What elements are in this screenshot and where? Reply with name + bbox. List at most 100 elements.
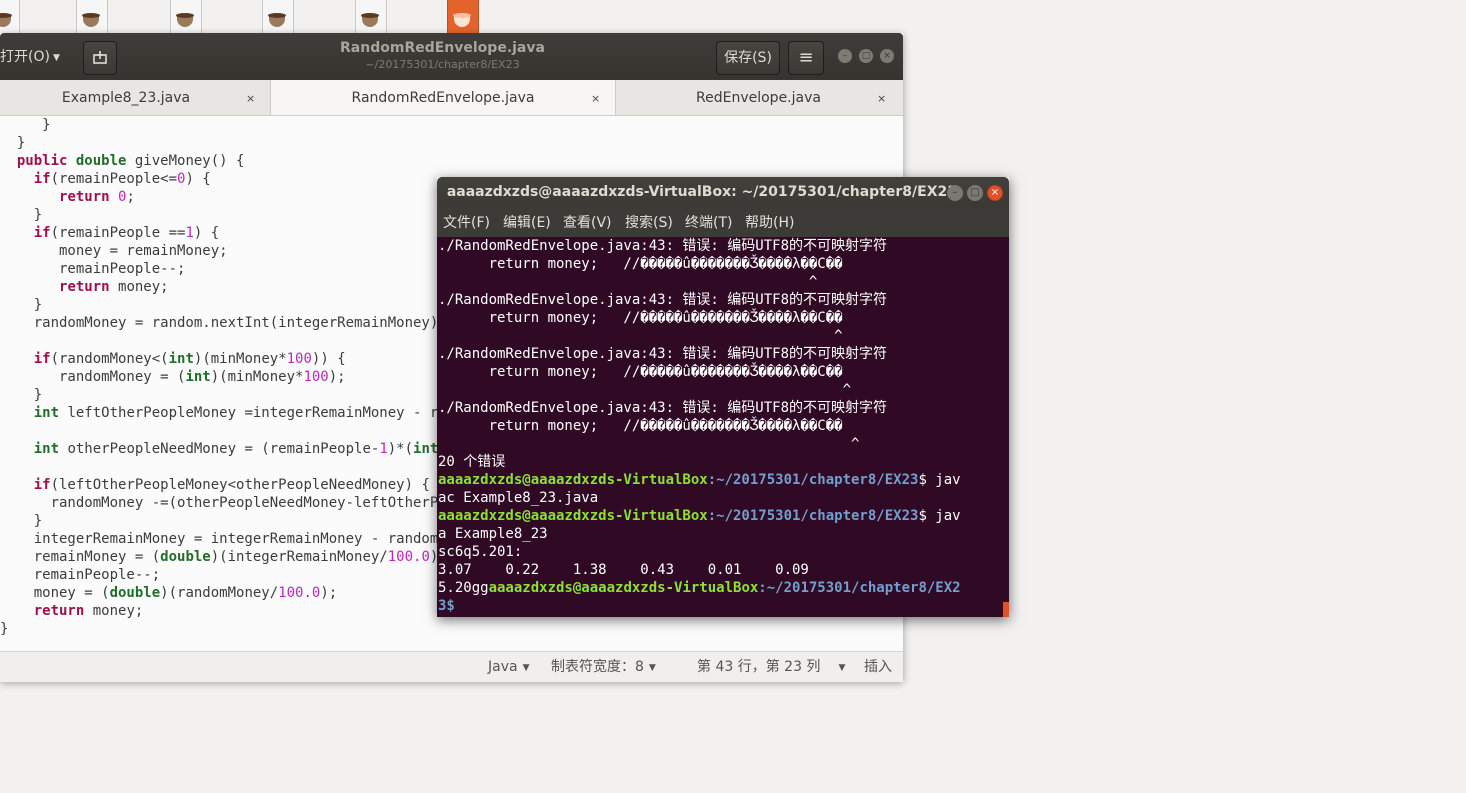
prompt-line: aaaazdxzds@aaaazdxzds-VirtualBox:~/20175… xyxy=(438,507,961,525)
code-line: } xyxy=(0,117,51,133)
java-file-icon-orange[interactable] xyxy=(443,0,479,35)
new-tab-button[interactable] xyxy=(83,41,117,75)
chevron-down-icon: ▼ xyxy=(838,663,846,673)
open-button[interactable]: 打开(O) ▼ xyxy=(0,43,70,71)
terminal-titlebar: aaaazdxzds@aaaazdxzds-VirtualBox: ~/2017… xyxy=(437,177,1009,208)
prompt-user-host: aaaazdxzds@aaaazdxzds-VirtualBox xyxy=(438,508,708,524)
error-code-line: return money; //�����û�������Ǯ����λ��С�� xyxy=(438,418,843,434)
code-line: } xyxy=(0,207,43,223)
terminal-menubar: 文件(F) 编辑(E) 查看(V) 搜索(S) 终端(T) 帮助(H) xyxy=(437,208,1009,237)
java-file-icon[interactable] xyxy=(0,0,20,35)
error-caret-line: ^ xyxy=(438,274,818,290)
cursor-position-label: 第 43 行，第 23 列 xyxy=(697,659,821,675)
terminal-cursor xyxy=(1003,602,1009,617)
language-selector[interactable]: Java ▼ xyxy=(488,652,530,683)
chevron-down-icon: ▼ xyxy=(648,663,656,673)
maximize-icon[interactable]: □ xyxy=(859,49,873,63)
menu-edit[interactable]: 编辑(E) xyxy=(503,208,551,239)
error-code-line: return money; //�����û�������Ǯ����λ��С�� xyxy=(438,364,843,380)
prompt-path: :~/20175301/chapter8/EX23 xyxy=(707,508,919,524)
error-caret-line: ^ xyxy=(438,328,843,344)
program-output: 3.07 0.22 1.38 0.43 0.01 0.09 xyxy=(438,562,809,578)
code-line: public double giveMoney() { xyxy=(16,153,245,169)
window-subtitle: ~/20175301/chapter8/EX23 xyxy=(365,58,520,71)
error-line: ./RandomRedEnvelope.java:43: 错误: 编码UTF8的… xyxy=(438,238,888,254)
java-file-icon[interactable] xyxy=(258,0,294,35)
prompt-user-host: aaaazdxzds@aaaazdxzds-VirtualBox xyxy=(438,472,708,488)
tab-randomredenvelope[interactable]: RandomRedEnvelope.java × xyxy=(270,80,616,115)
code-line: remainPeople--; xyxy=(0,567,161,583)
close-tab-icon[interactable]: × xyxy=(246,80,255,117)
code-line: return money; xyxy=(59,279,169,295)
close-icon[interactable]: × xyxy=(987,185,1003,201)
insert-mode-label: 插入 xyxy=(864,659,892,675)
code-line: if(remainPeople<=0) { xyxy=(33,171,211,187)
java-file-icon[interactable] xyxy=(351,0,387,35)
cursor-position-selector[interactable]: 第 43 行，第 23 列 ▼ xyxy=(697,652,845,683)
program-output: sc6q5.201: xyxy=(438,544,523,560)
prompt-line: aaaazdxzds@aaaazdxzds-VirtualBox:~/20175… xyxy=(438,471,961,489)
terminal-window: aaaazdxzds@aaaazdxzds-VirtualBox: ~/2017… xyxy=(437,177,1009,617)
prompt-user-host: aaaazdxzds@aaaazdxzds-VirtualBox xyxy=(488,580,759,596)
prompt-path: 3$ xyxy=(438,598,455,614)
menu-terminal[interactable]: 终端(T) xyxy=(685,208,732,239)
close-tab-icon[interactable]: × xyxy=(877,80,886,117)
code-line: return 0; xyxy=(59,189,135,205)
code-line: } xyxy=(0,297,43,313)
code-line: randomMoney = random.nextInt(integerRema… xyxy=(0,315,447,331)
menu-file[interactable]: 文件(F) xyxy=(443,208,490,239)
tab-bar: Example8_23.java × RandomRedEnvelope.jav… xyxy=(0,80,903,116)
java-file-icon[interactable] xyxy=(166,0,202,35)
code-line: remainPeople--; xyxy=(0,261,186,277)
window-title: RandomRedEnvelope.java xyxy=(340,40,545,56)
tab-width-selector[interactable]: 制表符宽度：8 ▼ xyxy=(551,652,656,683)
open-label: 打开(O) xyxy=(0,49,50,65)
close-icon[interactable]: × xyxy=(880,49,894,63)
code-line: if(leftOtherPeopleMoney<otherPeopleNeedM… xyxy=(33,477,430,493)
save-button[interactable]: 保存(S) xyxy=(716,41,780,75)
hamburger-menu-button[interactable]: ≡ xyxy=(788,41,824,75)
prompt-symbol: $ xyxy=(918,508,927,524)
prompt-line: 5.20ggaaaazdxzds@aaaazdxzds-VirtualBox:~… xyxy=(438,579,961,597)
java-file-icon[interactable] xyxy=(72,0,108,35)
tab-redenvelope[interactable]: RedEnvelope.java × xyxy=(614,80,903,115)
code-line: } xyxy=(0,135,26,151)
code-line: return money; xyxy=(33,603,144,619)
menu-help[interactable]: 帮助(H) xyxy=(745,208,794,239)
error-caret-line: ^ xyxy=(438,382,852,398)
code-line: } xyxy=(0,387,43,403)
maximize-icon[interactable]: □ xyxy=(967,185,983,201)
error-count: 20 个错误 xyxy=(438,454,506,470)
chevron-down-icon: ▼ xyxy=(52,53,60,63)
menu-search[interactable]: 搜索(S) xyxy=(625,208,673,239)
code-line: money = (double)(randomMoney/100.0); xyxy=(0,585,338,601)
program-output: 5.20gg xyxy=(438,580,489,596)
error-line: ./RandomRedEnvelope.java:43: 错误: 编码UTF8的… xyxy=(438,400,888,416)
error-caret-line: ^ xyxy=(438,436,860,452)
code-line: } xyxy=(0,621,9,637)
gedit-headerbar: 打开(O) ▼ RandomRedEnvelope.java ~/20175301… xyxy=(0,33,903,80)
minimize-icon[interactable]: – xyxy=(947,185,963,201)
code-line: integerRemainMoney = integerRemainMoney … xyxy=(0,531,489,547)
status-bar: Java ▼ 制表符宽度：8 ▼ 第 43 行，第 23 列 ▼ 插入 xyxy=(0,651,903,682)
code-line: if(remainPeople ==1) { xyxy=(33,225,220,241)
prompt-symbol: $ xyxy=(918,472,927,488)
code-line: remainMoney = (double)(integerRemainMone… xyxy=(0,549,447,565)
tab-width-label: 制表符宽度：8 xyxy=(551,659,644,675)
tab-example8-23[interactable]: Example8_23.java × xyxy=(0,80,270,115)
prompt-wrap: 3$ xyxy=(438,597,455,615)
code-line: money = remainMoney; xyxy=(0,243,228,259)
close-tab-icon[interactable]: × xyxy=(591,80,600,117)
error-code-line: return money; //�����û�������Ǯ����λ��С�� xyxy=(438,256,843,272)
code-line: if(randomMoney<(int)(minMoney*100)) { xyxy=(33,351,346,367)
tab-label: RandomRedEnvelope.java xyxy=(351,90,535,106)
minimize-icon[interactable]: – xyxy=(838,49,852,63)
command-wrap: ac Example8_23.java xyxy=(438,490,599,506)
command-text: jav xyxy=(926,508,961,524)
chevron-down-icon: ▼ xyxy=(522,663,530,673)
new-document-icon xyxy=(93,51,107,64)
terminal-output[interactable]: ./RandomRedEnvelope.java:43: 错误: 编码UTF8的… xyxy=(437,237,1009,617)
menu-view[interactable]: 查看(V) xyxy=(563,208,612,239)
error-line: ./RandomRedEnvelope.java:43: 错误: 编码UTF8的… xyxy=(438,292,888,308)
command-wrap: a Example8_23 xyxy=(438,526,548,542)
